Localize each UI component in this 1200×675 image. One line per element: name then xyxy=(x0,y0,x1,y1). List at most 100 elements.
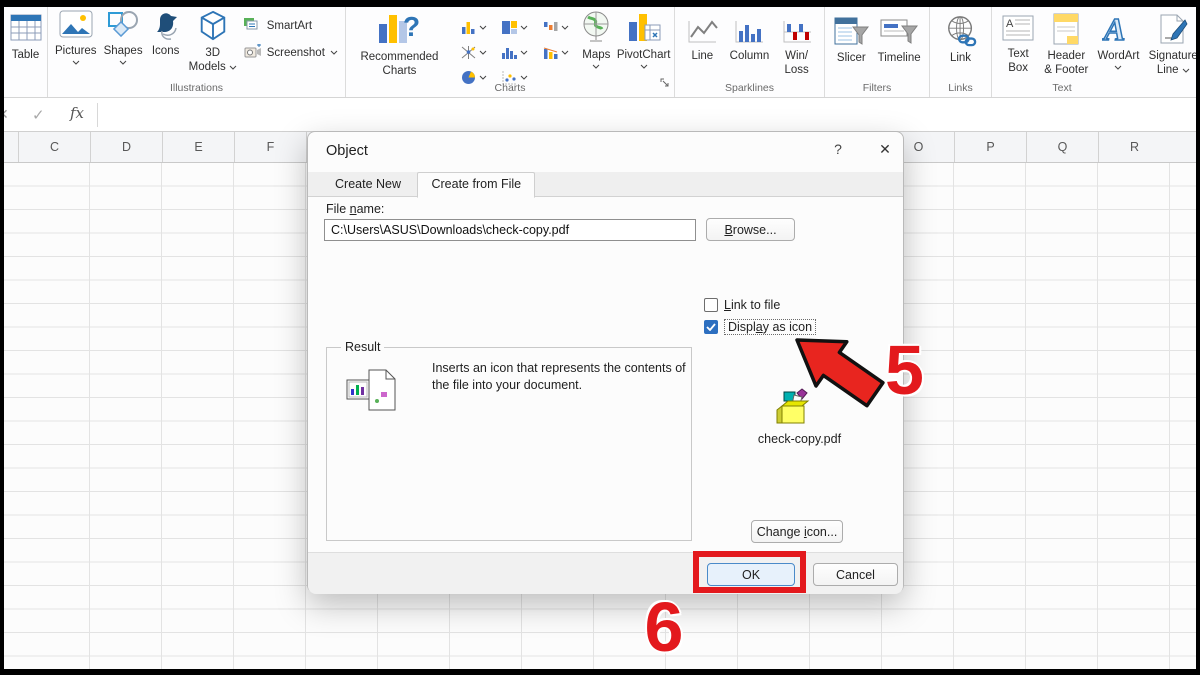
cancel-button[interactable]: Cancel xyxy=(813,563,898,586)
sparkline-winloss-icon xyxy=(781,19,813,49)
sparkline-line-button[interactable]: Line xyxy=(686,19,718,63)
dialog-help-button[interactable]: ? xyxy=(828,141,848,157)
recommended-charts-button[interactable]: ? Recommended Charts xyxy=(349,10,449,78)
treemap-chart-icon xyxy=(501,20,518,35)
insert-radar-chart-button[interactable] xyxy=(453,40,494,65)
confirm-entry-icon[interactable]: ✓ xyxy=(32,106,45,124)
insert-histogram-chart-button[interactable] xyxy=(494,40,535,65)
column-header-Q[interactable]: Q xyxy=(1026,132,1098,162)
chevron-down-icon xyxy=(479,25,487,30)
chevron-down-icon xyxy=(561,25,569,30)
wordart-label: WordArt xyxy=(1097,50,1139,63)
cancel-entry-icon[interactable]: ✕ xyxy=(4,106,9,123)
3d-models-button[interactable]: 3D Models xyxy=(189,10,237,74)
browse-button[interactable]: Browse... xyxy=(706,218,795,241)
column-header-C[interactable]: C xyxy=(18,132,90,162)
3d-models-label-line1: 3D xyxy=(205,47,220,60)
tab-create-from-file[interactable]: Create from File xyxy=(417,172,535,198)
pivotchart-button[interactable]: PivotChart xyxy=(617,10,671,69)
ribbon-group-links: Link Links xyxy=(930,7,992,97)
formula-input[interactable] xyxy=(100,99,1196,131)
column-header-R[interactable]: R xyxy=(1098,132,1170,162)
insert-waterfall-chart-button[interactable] xyxy=(535,15,576,40)
timeline-button[interactable]: Timeline xyxy=(878,15,921,65)
pictures-button[interactable]: Pictures xyxy=(55,10,97,65)
text-group-label: Text xyxy=(992,82,1132,94)
sparkline-column-button[interactable]: Column xyxy=(730,19,770,63)
sparkline-column-icon xyxy=(733,19,765,49)
slicer-label: Slicer xyxy=(837,52,866,65)
links-group-label: Links xyxy=(930,82,991,94)
sparkline-column-label: Column xyxy=(730,50,770,63)
smartart-icon xyxy=(244,17,262,34)
insert-column-chart-button[interactable] xyxy=(453,15,494,40)
result-description: Inserts an icon that represents the cont… xyxy=(432,360,704,394)
formula-bar: ✕ ✓ fx xyxy=(4,99,1196,132)
step-number-5: 5 xyxy=(885,335,924,405)
link-globe-icon xyxy=(944,15,978,51)
column-header-E[interactable]: E xyxy=(162,132,234,162)
link-to-file-checkbox[interactable]: Link to file xyxy=(704,298,780,312)
chevron-down-icon xyxy=(1182,68,1190,73)
shapes-button[interactable]: Shapes xyxy=(104,10,143,65)
change-icon-button[interactable]: Change icon... xyxy=(751,520,843,543)
chevron-down-icon xyxy=(1114,65,1122,70)
waterfall-chart-icon xyxy=(542,20,559,35)
recommended-charts-icon: ? xyxy=(377,10,421,50)
file-name-input[interactable] xyxy=(324,219,696,241)
table-button[interactable]: Table xyxy=(9,10,43,62)
ribbon-group-charts: ? Recommended Charts Maps xyxy=(346,7,675,97)
excel-window: Table Pictures Shapes Icons xyxy=(4,7,1196,669)
header-footer-button[interactable]: Header & Footer xyxy=(1044,13,1088,77)
sparkline-winloss-button[interactable]: Win/ Loss xyxy=(781,19,813,77)
column-chart-icon xyxy=(460,20,477,35)
insert-combo-chart-button[interactable] xyxy=(535,40,576,65)
text-box-button[interactable]: A Text Box xyxy=(1001,13,1035,75)
signature-line-button[interactable]: Signature Line xyxy=(1149,13,1196,77)
dialog-title: Object xyxy=(326,143,368,159)
ribbon-insert-tab: Table Pictures Shapes Icons xyxy=(4,7,1196,98)
text-box-label-line2: Box xyxy=(1008,62,1028,75)
ribbon-group-filters: Slicer Timeline Filters xyxy=(825,7,930,97)
step-number-6: 6 xyxy=(634,592,694,662)
icons-button[interactable]: Icons xyxy=(150,10,182,58)
pictures-icon xyxy=(59,10,93,44)
sparkline-line-icon xyxy=(686,19,718,49)
column-header-F[interactable]: F xyxy=(234,132,306,162)
histogram-chart-icon xyxy=(501,45,518,60)
smartart-button[interactable]: SmartArt xyxy=(244,17,312,34)
ribbon-group-text: A Text Box Header & Footer A WordArt Sig… xyxy=(992,7,1196,97)
link-label: Link xyxy=(950,52,971,65)
shapes-icon xyxy=(107,10,139,44)
recommended-charts-label-line2: Charts xyxy=(383,65,417,78)
pictures-label: Pictures xyxy=(55,45,97,58)
link-button[interactable]: Link xyxy=(944,15,978,65)
insert-hierarchy-chart-button[interactable] xyxy=(494,15,535,40)
column-header-D[interactable]: D xyxy=(90,132,162,162)
shapes-label: Shapes xyxy=(104,45,143,58)
result-groupbox: Result Inserts an icon that represents t… xyxy=(326,347,692,541)
chevron-down-icon xyxy=(479,75,487,80)
column-header-P[interactable]: P xyxy=(954,132,1026,162)
dialog-close-button[interactable]: ✕ xyxy=(874,141,896,158)
sparkline-winloss-label-line2: Loss xyxy=(784,64,808,77)
chevron-down-icon xyxy=(72,60,80,65)
slicer-button[interactable]: Slicer xyxy=(833,15,869,65)
pivotchart-icon xyxy=(626,10,662,48)
screenshot-button[interactable]: Screenshot xyxy=(244,44,338,61)
table-label: Table xyxy=(12,49,40,62)
tab-create-new[interactable]: Create New xyxy=(322,173,414,197)
sparkline-winloss-label-line1: Win/ xyxy=(785,50,808,63)
maps-button[interactable]: Maps xyxy=(579,10,613,69)
ribbon-group-sparklines: Line Column Win/ Loss Sparklines xyxy=(675,7,825,97)
link-to-file-label: Link to file xyxy=(724,298,780,312)
wordart-icon: A xyxy=(1102,13,1134,49)
red-arrow-icon xyxy=(789,312,893,417)
insert-function-icon[interactable]: fx xyxy=(70,104,84,122)
wordart-button[interactable]: A WordArt xyxy=(1097,13,1139,70)
icons-duck-icon xyxy=(150,10,182,44)
svg-text:A: A xyxy=(1102,13,1125,45)
table-icon xyxy=(9,10,43,48)
charts-dialog-launcher-icon[interactable] xyxy=(660,75,670,93)
chevron-down-icon xyxy=(561,50,569,55)
